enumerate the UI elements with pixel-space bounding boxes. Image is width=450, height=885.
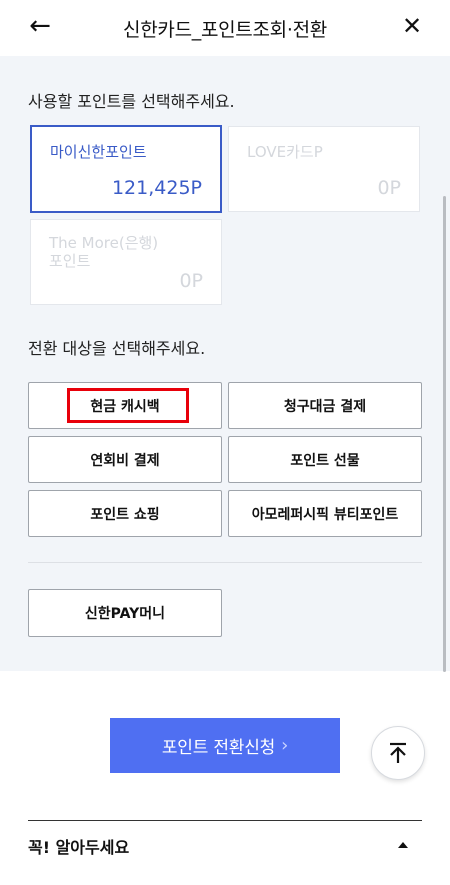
option-shinhan-pay-button[interactable]: 신한PAY머니 [28,589,222,637]
option-bill-payment-button[interactable]: 청구대금 결제 [228,382,422,429]
chevron-right-icon: › [281,735,289,756]
option-point-shopping-button[interactable]: 포인트 쇼핑 [28,490,222,537]
apply-point-conversion-button[interactable]: 포인트 전환신청 › [110,718,340,773]
scroll-to-top-button[interactable] [371,726,425,780]
scrollbar[interactable] [443,196,446,672]
page-title: 신한카드_포인트조회·전환 [123,18,327,41]
option-amorepacific-button[interactable]: 아모레퍼시픽 뷰티포인트 [228,490,422,537]
point-card-name: The More(은행) 포인트 [49,234,159,270]
point-card-the-more[interactable]: The More(은행) 포인트 0P [30,219,222,305]
notice-divider [28,820,422,821]
back-arrow-icon[interactable]: ← [22,8,58,44]
option-annual-fee-button[interactable]: 연회비 결제 [28,436,222,483]
section-divider [28,562,422,563]
point-card-love[interactable]: LOVE카드P 0P [228,126,420,212]
close-icon[interactable]: ✕ [394,8,430,44]
point-card-name: LOVE카드P [247,143,323,161]
arrow-up-to-top-icon [390,742,406,763]
apply-button-label: 포인트 전환신청 [161,738,276,758]
option-point-gift-button[interactable]: 포인트 선물 [228,436,422,483]
point-card-name: 마이신한포인트 [50,143,147,161]
notice-title[interactable]: 꼭! 알아두세요 [28,834,129,858]
point-card-value: 0P [179,270,203,292]
point-section-label: 사용할 포인트를 선택해주세요. [28,92,235,111]
header-bar: ← 신한카드_포인트조회·전환 ✕ [0,0,450,56]
target-section-label: 전환 대상을 선택해주세요. [28,339,206,358]
point-card-my-shinhan[interactable]: 마이신한포인트 121,425P [30,125,222,213]
option-cash-back-button[interactable]: 현금 캐시백 [28,382,222,429]
point-card-value: 121,425P [111,177,202,199]
point-card-value: 0P [377,177,401,199]
caret-up-icon[interactable] [398,842,408,848]
